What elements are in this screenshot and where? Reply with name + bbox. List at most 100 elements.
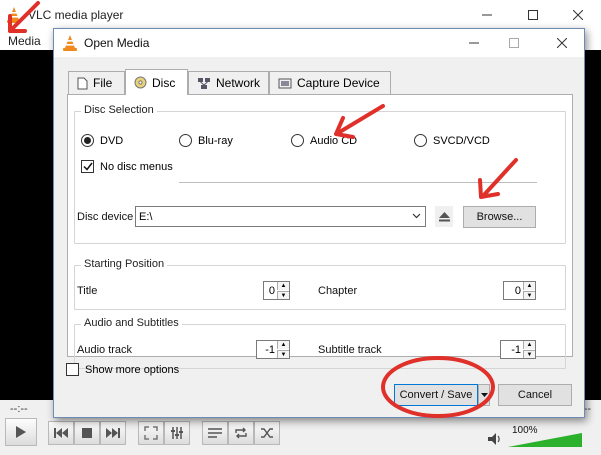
radio-selected-dot (84, 137, 91, 144)
subtitle-track-label: Subtitle track (318, 344, 382, 356)
disc-selection-title: Disc Selection (81, 104, 157, 116)
spin-up-icon[interactable]: ▲ (277, 341, 289, 349)
eject-button[interactable] (435, 206, 453, 227)
chapter-label: Chapter (318, 285, 358, 297)
radio-dvd-circle[interactable] (81, 134, 94, 147)
chevron-down-icon[interactable] (412, 211, 421, 221)
tab-file-label: File (93, 76, 113, 90)
minimize-icon (469, 42, 479, 44)
close-button[interactable] (555, 0, 601, 30)
title-label: Title (77, 285, 98, 297)
subtitle-track-value: -1 (511, 343, 521, 356)
show-more-options-label: Show more options (85, 363, 180, 376)
dialog-close-button[interactable] (542, 29, 582, 57)
dialog-maximize-button[interactable] (494, 29, 534, 57)
vlc-window-title: VLC media player (28, 8, 124, 22)
volume-slider[interactable] (508, 433, 582, 447)
separator-line (179, 182, 537, 183)
radio-svcd-vcd[interactable]: SVCD/VCD (414, 134, 490, 147)
playlist-icon (208, 428, 222, 438)
tab-capture-device[interactable]: Capture Device (269, 71, 391, 94)
spin-down-icon[interactable]: ▼ (277, 350, 289, 358)
audio-subtitles-title: Audio and Subtitles (81, 317, 182, 329)
menu-media[interactable]: Media (8, 34, 41, 48)
disc-device-combo[interactable]: E:\ (135, 206, 426, 227)
vlc-cone-icon (63, 35, 77, 51)
show-more-options-checkbox[interactable]: Show more options (66, 363, 179, 376)
extended-settings-button[interactable] (164, 421, 190, 445)
radio-audio-cd-label: Audio CD (310, 134, 358, 147)
tab-network[interactable]: Network (188, 71, 269, 94)
radio-dvd[interactable]: DVD (81, 134, 123, 147)
title-spinbox[interactable]: 0 ▲ ▼ (263, 281, 290, 300)
tab-network-label: Network (215, 76, 260, 90)
fullscreen-icon (144, 426, 158, 440)
spin-down-icon[interactable]: ▼ (523, 350, 535, 358)
cancel-button[interactable]: Cancel (498, 384, 572, 406)
radio-audio-cd[interactable]: Audio CD (291, 134, 357, 147)
tab-file[interactable]: File (68, 71, 125, 94)
tab-disc-label: Disc (152, 75, 176, 90)
chevron-down-icon (480, 393, 488, 397)
stop-button[interactable] (74, 421, 100, 445)
audio-track-label: Audio track (77, 344, 133, 356)
spin-up-icon[interactable]: ▲ (277, 282, 289, 290)
network-icon (198, 77, 210, 89)
minimize-icon (482, 14, 492, 16)
spin-up-icon[interactable]: ▲ (523, 341, 535, 349)
dialog-minimize-button[interactable] (454, 29, 494, 57)
show-more-options-box[interactable] (66, 363, 79, 376)
convert-save-dropdown[interactable] (478, 384, 490, 406)
maximize-button[interactable] (510, 0, 556, 30)
next-button[interactable] (100, 421, 126, 445)
chapter-value: 0 (514, 284, 521, 297)
radio-svcd-vcd-circle[interactable] (414, 134, 427, 147)
maximize-icon (528, 10, 538, 20)
close-icon (573, 10, 583, 20)
vlc-title-bar: VLC media player (0, 0, 601, 30)
volume-fill (508, 433, 582, 447)
radio-bluray-circle[interactable] (179, 134, 192, 147)
subtitle-track-spinbox[interactable]: -1 ▲ ▼ (500, 340, 536, 359)
capture-device-icon (278, 78, 292, 89)
dialog-title-bar: Open Media (54, 29, 584, 57)
dialog-title: Open Media (84, 36, 150, 50)
radio-svcd-vcd-label: SVCD/VCD (433, 134, 490, 147)
maximize-icon (509, 38, 519, 48)
spin-down-icon[interactable]: ▼ (523, 291, 535, 299)
convert-save-button[interactable]: Convert / Save (394, 384, 478, 406)
spin-down-icon[interactable]: ▼ (277, 291, 289, 299)
disc-selection-group: Disc Selection DVD Blu-ray Audio CD SVCD… (74, 104, 566, 244)
disc-tab-panel: Disc Selection DVD Blu-ray Audio CD SVCD… (67, 94, 573, 369)
no-disc-menus-checkbox[interactable]: No disc menus (81, 160, 173, 173)
previous-icon (54, 428, 68, 438)
shuffle-icon (261, 428, 273, 438)
fullscreen-button[interactable] (138, 421, 164, 445)
audio-track-spinbox[interactable]: -1 ▲ ▼ (256, 340, 290, 359)
close-icon (557, 38, 567, 48)
radio-bluray-label: Blu-ray (198, 134, 233, 147)
browse-button[interactable]: Browse... (463, 206, 536, 228)
starting-position-title: Starting Position (81, 258, 168, 270)
disc-icon (134, 76, 147, 89)
minimize-button[interactable] (464, 0, 510, 30)
previous-button[interactable] (48, 421, 74, 445)
next-icon (106, 428, 120, 438)
spin-up-icon[interactable]: ▲ (523, 282, 535, 290)
radio-audio-cd-circle[interactable] (291, 134, 304, 147)
disc-device-value: E:\ (139, 210, 153, 223)
tab-disc[interactable]: Disc (125, 69, 188, 95)
file-icon (77, 77, 88, 89)
radio-bluray[interactable]: Blu-ray (179, 134, 233, 147)
play-icon (16, 426, 26, 438)
chapter-spinbox[interactable]: 0 ▲ ▼ (503, 281, 536, 300)
no-disc-menus-box[interactable] (81, 160, 94, 173)
speaker-icon[interactable] (488, 433, 502, 445)
shuffle-button[interactable] (254, 421, 280, 445)
loop-button[interactable] (228, 421, 254, 445)
equalizer-icon (171, 427, 183, 439)
play-button[interactable] (5, 418, 37, 446)
playlist-button[interactable] (202, 421, 228, 445)
title-value: 0 (268, 284, 275, 297)
disc-device-label: Disc device (77, 211, 134, 223)
